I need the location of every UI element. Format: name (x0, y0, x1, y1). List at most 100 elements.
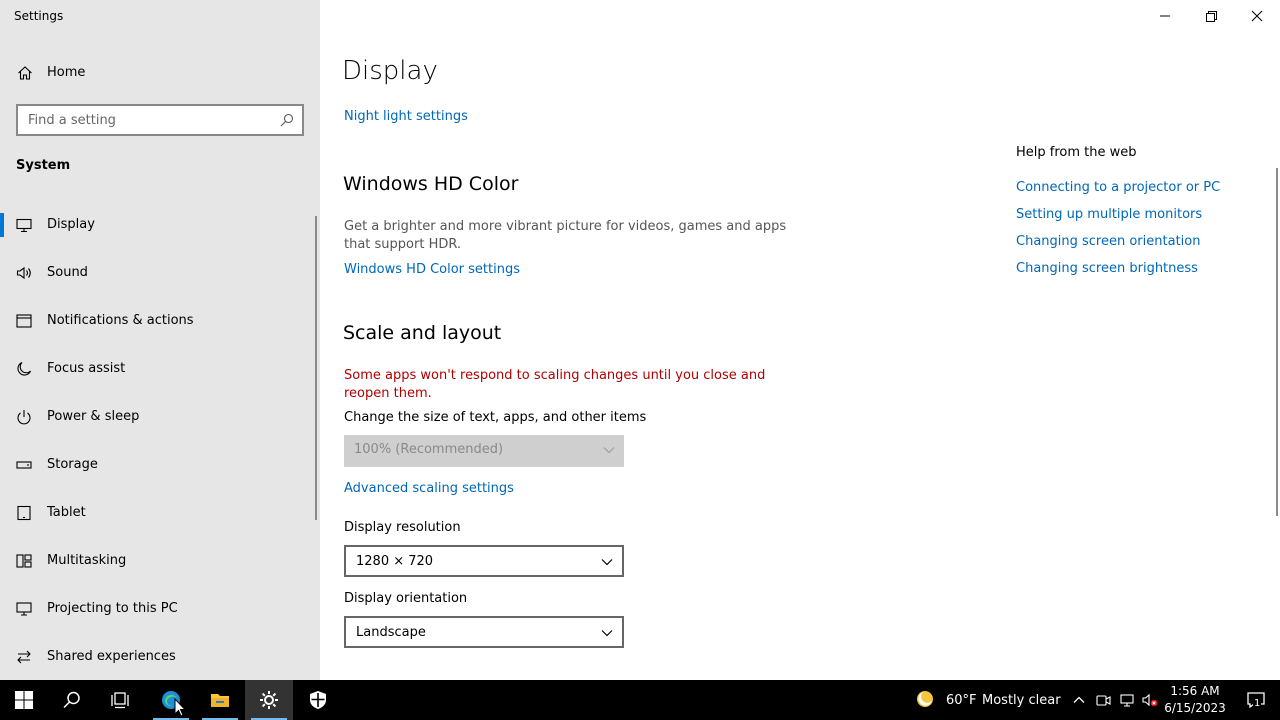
storage-icon (16, 461, 32, 469)
help-link-multiple-monitors[interactable]: Setting up multiple monitors (1016, 207, 1202, 222)
main-content: Display Night light settings Windows HD … (320, 0, 1280, 680)
search-icon[interactable] (280, 113, 294, 127)
sidebar-item-label: Focus assist (47, 361, 126, 376)
help-link-brightness[interactable]: Changing screen brightness (1016, 261, 1198, 276)
sidebar-item-label: Tablet (47, 505, 86, 520)
chevron-down-icon (603, 447, 615, 454)
gear-icon (260, 691, 278, 709)
sidebar-item-multitasking[interactable]: Multitasking (0, 541, 316, 581)
sidebar-home[interactable]: Home (0, 60, 320, 86)
text-size-label: Change the size of text, apps, and other… (344, 410, 647, 425)
orientation-dropdown[interactable]: Landscape (344, 616, 624, 648)
clock-time: 1:56 AM (1170, 684, 1220, 698)
advanced-scaling-link[interactable]: Advanced scaling settings (344, 481, 514, 496)
search-taskbar-button[interactable] (48, 680, 96, 720)
scale-layout-heading: Scale and layout (343, 322, 502, 344)
taskbar: 60°F Mostly clear 1:56 AM 6/15/2023 1 (0, 680, 1280, 720)
power-icon (17, 410, 31, 425)
shield-icon (310, 691, 326, 709)
shared-experiences-icon (17, 650, 31, 664)
sidebar-item-label: Multitasking (47, 553, 127, 568)
monitor-icon (16, 218, 32, 233)
sidebar-scrollbar[interactable] (315, 216, 317, 520)
action-center-button[interactable]: 1 (1232, 680, 1280, 720)
sidebar-item-display[interactable]: Display (0, 205, 316, 245)
close-icon (1251, 10, 1263, 22)
edge-taskbar-button[interactable] (147, 680, 195, 720)
mouse-cursor-icon (174, 698, 186, 717)
sidebar: Settings Home System Display Sound Notif… (0, 0, 320, 680)
sidebar-item-label: Notifications & actions (47, 313, 194, 328)
home-label: Home (47, 65, 86, 80)
hd-color-heading: Windows HD Color (343, 173, 519, 195)
sidebar-item-label: Shared experiences (47, 649, 176, 664)
sidebar-item-projecting[interactable]: Projecting to this PC (0, 589, 316, 629)
scaling-warning: Some apps won't respond to scaling chang… (344, 368, 766, 401)
minimize-button[interactable] (1142, 0, 1188, 32)
volume-muted-icon[interactable] (1142, 692, 1158, 708)
main-scrollbar[interactable] (1276, 168, 1278, 516)
sidebar-item-label: Sound (47, 265, 88, 280)
weather-description[interactable]: Mostly clear (982, 693, 1061, 708)
orientation-label: Display orientation (344, 591, 468, 606)
sidebar-item-focus-assist[interactable]: Focus assist (0, 349, 316, 389)
weather-icon[interactable] (914, 688, 936, 710)
sidebar-item-storage[interactable]: Storage (0, 445, 316, 485)
sidebar-item-label: Storage (47, 457, 98, 472)
sidebar-item-notifications[interactable]: Notifications & actions (0, 301, 316, 341)
scale-value: 100% (Recommended) (354, 442, 504, 457)
resolution-value: 1280 × 720 (356, 554, 434, 569)
help-link-projector[interactable]: Connecting to a projector or PC (1016, 180, 1220, 195)
home-icon (18, 66, 32, 80)
network-icon[interactable] (1119, 692, 1135, 708)
sidebar-item-tablet[interactable]: Tablet (0, 493, 316, 533)
resolution-dropdown[interactable]: 1280 × 720 (344, 545, 624, 577)
chevron-down-icon (601, 630, 613, 637)
close-button[interactable] (1234, 0, 1280, 32)
hd-color-settings-link[interactable]: Windows HD Color settings (344, 262, 520, 277)
start-button[interactable] (0, 680, 48, 720)
restore-button[interactable] (1188, 0, 1234, 32)
minimize-icon (1160, 15, 1170, 17)
restore-icon (1206, 11, 1217, 22)
scale-dropdown: 100% (Recommended) (344, 435, 624, 467)
chevron-up-icon[interactable] (1071, 692, 1087, 708)
help-link-orientation[interactable]: Changing screen orientation (1016, 234, 1200, 249)
resolution-label: Display resolution (344, 520, 461, 535)
sidebar-item-sound[interactable]: Sound (0, 253, 316, 293)
task-view-button[interactable] (96, 680, 144, 720)
app-title: Settings (14, 9, 64, 23)
security-taskbar-button[interactable] (294, 680, 342, 720)
section-title: System (16, 158, 71, 173)
tablet-icon (17, 505, 31, 521)
night-light-settings-link[interactable]: Night light settings (344, 109, 468, 124)
help-title: Help from the web (1016, 145, 1137, 160)
search-input[interactable] (18, 106, 302, 134)
settings-taskbar-button[interactable] (245, 680, 293, 720)
folder-icon (211, 694, 229, 707)
sidebar-item-label: Projecting to this PC (47, 601, 178, 616)
file-explorer-taskbar-button[interactable] (196, 680, 244, 720)
meet-now-icon[interactable] (1095, 692, 1111, 708)
weather-temperature[interactable]: 60°F (946, 693, 977, 708)
speaker-icon (16, 266, 31, 280)
search-box[interactable] (16, 104, 304, 136)
orientation-value: Landscape (356, 625, 426, 640)
task-view-icon (111, 692, 129, 709)
projecting-icon (16, 602, 32, 616)
sidebar-item-label: Power & sleep (47, 409, 140, 424)
notification-count: 1 (1253, 698, 1262, 709)
notifications-icon (16, 314, 32, 328)
search-icon (63, 691, 80, 709)
sidebar-item-shared-experiences[interactable]: Shared experiences (0, 637, 316, 677)
chevron-down-icon (601, 559, 613, 566)
page-title: Display (342, 56, 438, 86)
windows-logo-icon (15, 691, 33, 709)
hd-color-description: Get a brighter and more vibrant picture … (344, 219, 787, 252)
multitasking-icon (16, 554, 32, 568)
sidebar-item-power-sleep[interactable]: Power & sleep (0, 397, 316, 437)
clock-date: 6/15/2023 (1164, 701, 1226, 715)
sidebar-item-label: Display (47, 217, 95, 232)
moon-icon (17, 361, 32, 376)
clock[interactable]: 1:56 AM 6/15/2023 (1160, 683, 1230, 717)
